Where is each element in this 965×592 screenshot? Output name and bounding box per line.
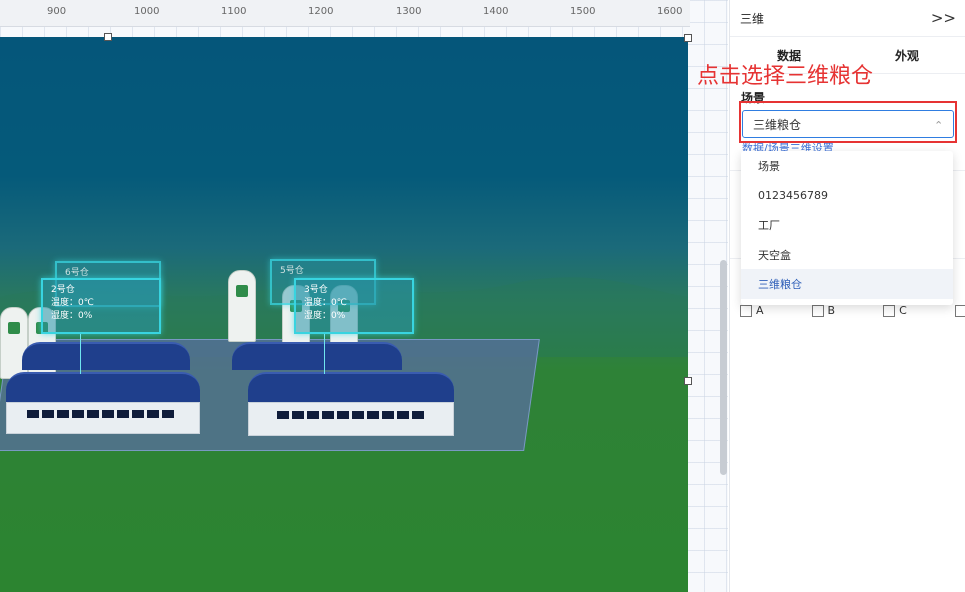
ruler-tick: 1300: [396, 6, 422, 17]
warehouse-wall: [248, 402, 454, 436]
ruler-tick: 1100: [221, 6, 247, 17]
checkbox-icon: [954, 304, 965, 317]
resize-handle[interactable]: [684, 34, 692, 42]
horizontal-ruler: 900 1000 1100 1200 1300 1400 1500 1600: [0, 0, 690, 27]
silo: [228, 270, 256, 342]
3d-granary-scene[interactable]: 6号仓 5号仓 2号仓 温度：0℃ 湿度：0% 3号仓 温度：0℃ 湿度：0%: [0, 37, 688, 592]
card-temperature: 温度：0℃: [51, 298, 94, 308]
warehouse-roof: [22, 342, 190, 370]
ruler-tick: 1500: [570, 6, 596, 17]
checkbox-a[interactable]: A: [740, 304, 764, 317]
checkbox-d[interactable]: D: [954, 304, 965, 317]
ruler-tick: 900: [47, 6, 67, 17]
highlight-frame: [739, 101, 957, 143]
checkbox-label: B: [827, 304, 836, 317]
checkbox-label: A: [756, 304, 764, 317]
dropdown-option[interactable]: 场景: [741, 151, 953, 181]
dropdown-option[interactable]: 0123456789: [741, 181, 953, 211]
checkbox-icon: [740, 304, 752, 317]
ruler-tick: 1600: [657, 6, 683, 17]
checkbox-b[interactable]: B: [811, 304, 836, 317]
checkbox-group: A B C D: [740, 304, 965, 317]
checkbox-c[interactable]: C: [883, 304, 907, 317]
ruler-tick: 1000: [134, 6, 160, 17]
card-title: 5号仓: [280, 266, 304, 276]
dropdown-option-selected[interactable]: 三维粮仓: [741, 269, 953, 299]
vertical-scrollbar[interactable]: [720, 260, 727, 475]
scene-dropdown-menu: 场景 0123456789 工厂 天空盒 三维粮仓: [741, 151, 953, 305]
checkbox-label: C: [899, 304, 907, 317]
granary-info-card[interactable]: 2号仓 温度：0℃ 湿度：0%: [41, 278, 161, 334]
panel-header: 三维 >>: [730, 0, 965, 37]
checkbox-icon: [811, 304, 824, 317]
card-pointer-line: [80, 334, 81, 374]
warehouse-roof: [6, 372, 200, 404]
warehouse-roof: [232, 342, 402, 370]
card-humidity: 湿度：0%: [51, 311, 93, 321]
granary-info-card[interactable]: 3号仓 温度：0℃ 湿度：0%: [294, 278, 414, 334]
resize-handle[interactable]: [104, 33, 112, 41]
card-temperature: 温度：0℃: [304, 298, 347, 308]
warehouse-roof: [248, 372, 454, 404]
card-pointer-line: [324, 334, 325, 374]
resize-handle[interactable]: [684, 377, 692, 385]
card-humidity: 湿度：0%: [304, 311, 346, 321]
checkbox-icon: [883, 304, 896, 317]
card-title: 2号仓: [51, 285, 75, 295]
collapse-panel-icon[interactable]: >>: [931, 9, 956, 27]
instruction-annotation: 点击选择三维粮仓: [697, 64, 874, 89]
ruler-tick: 1400: [483, 6, 509, 17]
canvas-workspace[interactable]: 900 1000 1100 1200 1300 1400 1500 1600 6…: [0, 0, 728, 592]
warehouse-wall: [6, 402, 200, 434]
dropdown-option[interactable]: 天空盒: [741, 240, 953, 270]
card-title: 3号仓: [304, 285, 328, 295]
ruler-tick: 1200: [308, 6, 334, 17]
dropdown-option[interactable]: 工厂: [741, 210, 953, 240]
panel-title: 三维: [740, 11, 765, 26]
